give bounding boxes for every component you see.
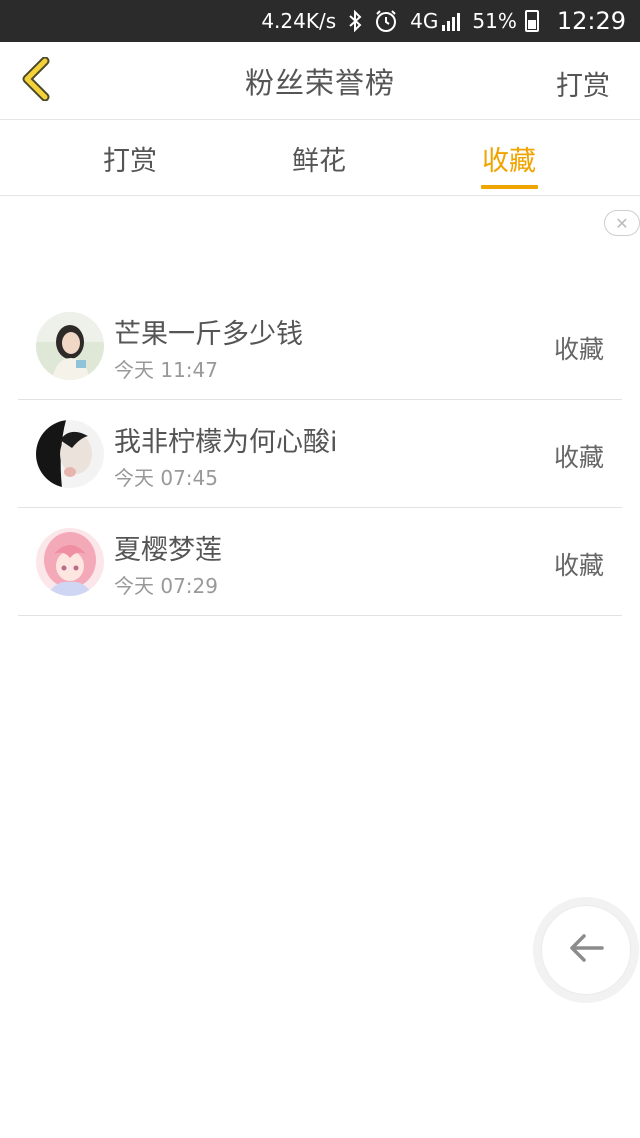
list-item[interactable]: 芒果一斤多少钱 今天 11:47 收藏: [18, 292, 622, 400]
status-bar: 4.24K/s 4G 51% 12:29: [0, 0, 640, 42]
fan-badge: 收藏: [553, 443, 604, 472]
close-button[interactable]: ✕: [604, 210, 640, 236]
close-icon: ✕: [615, 213, 629, 233]
list-item[interactable]: 我非柠檬为何心酸i 今天 07:45 收藏: [18, 400, 622, 508]
net-speed: 4.24K/s: [261, 9, 337, 33]
signal-icon: [442, 11, 461, 31]
battery-icon: [524, 10, 539, 32]
fan-name: 我非柠檬为何心酸i: [114, 427, 338, 458]
fan-badge: 收藏: [553, 551, 604, 580]
fan-badge: 收藏: [553, 335, 604, 364]
fan-list: 芒果一斤多少钱 今天 11:47 收藏 我非柠檬为何心酸i 今天 07:45 收…: [18, 292, 622, 616]
avatar: [36, 420, 104, 488]
fan-time: 今天 11:47: [114, 358, 218, 382]
fan-time: 今天 07:29: [114, 574, 218, 598]
avatar: [36, 312, 104, 380]
fan-name: 芒果一斤多少钱: [114, 319, 303, 350]
fan-name: 夏樱梦莲: [114, 535, 222, 566]
arrow-left-icon: [566, 932, 606, 968]
active-tab-indicator: [481, 185, 538, 189]
tab-bar: 打赏 鲜花 收藏: [0, 121, 640, 196]
back-button[interactable]: [16, 56, 56, 106]
chevron-left-icon: [21, 56, 51, 105]
fan-time: 今天 07:45: [114, 466, 218, 490]
header: 粉丝荣誉榜 打赏: [0, 42, 640, 120]
tab-flowers[interactable]: 鲜花: [292, 139, 346, 178]
alarm-icon: [374, 9, 398, 33]
tab-favorites[interactable]: 收藏: [482, 139, 536, 178]
list-item[interactable]: 夏樱梦莲 今天 07:29 收藏: [18, 508, 622, 616]
network-type: 4G: [410, 9, 439, 33]
battery-percent: 51%: [472, 9, 517, 33]
tab-reward[interactable]: 打赏: [103, 139, 157, 178]
reward-button[interactable]: 打赏: [556, 64, 610, 103]
clock: 12:29: [556, 7, 626, 35]
page-title: 粉丝荣誉榜: [244, 65, 395, 100]
floating-back-button[interactable]: [533, 897, 639, 1003]
avatar: [36, 528, 104, 596]
bluetooth-icon: [348, 10, 362, 32]
fab-inner: [542, 906, 630, 994]
